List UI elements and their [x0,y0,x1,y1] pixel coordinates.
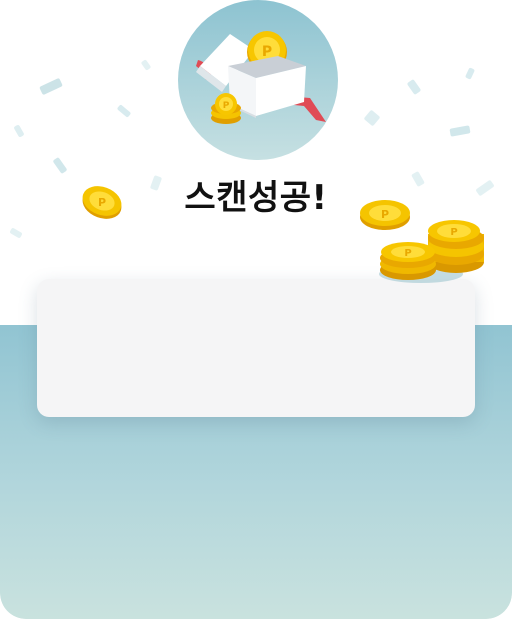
svg-text:P: P [450,227,457,238]
svg-text:P: P [404,248,411,259]
confetti-piece [116,104,132,118]
confetti-piece [464,67,476,80]
page-title: 스캔성공! [184,178,328,218]
svg-text:P: P [98,196,106,209]
confetti-piece [9,227,23,239]
confetti-piece [13,124,25,138]
confetti-piece [39,77,63,96]
confetti-piece [449,125,471,137]
confetti-piece [406,78,422,96]
point-coin-icon: P [80,182,126,222]
content-panel [37,279,475,417]
confetti-piece [363,109,381,127]
confetti-piece [140,59,152,71]
svg-text:P: P [223,101,230,111]
gift-box-with-coins-icon: P P [178,0,338,160]
coin-stack-icon: P P [376,216,491,286]
scan-success-card: P P 스캔성공! P P P P [0,0,512,619]
